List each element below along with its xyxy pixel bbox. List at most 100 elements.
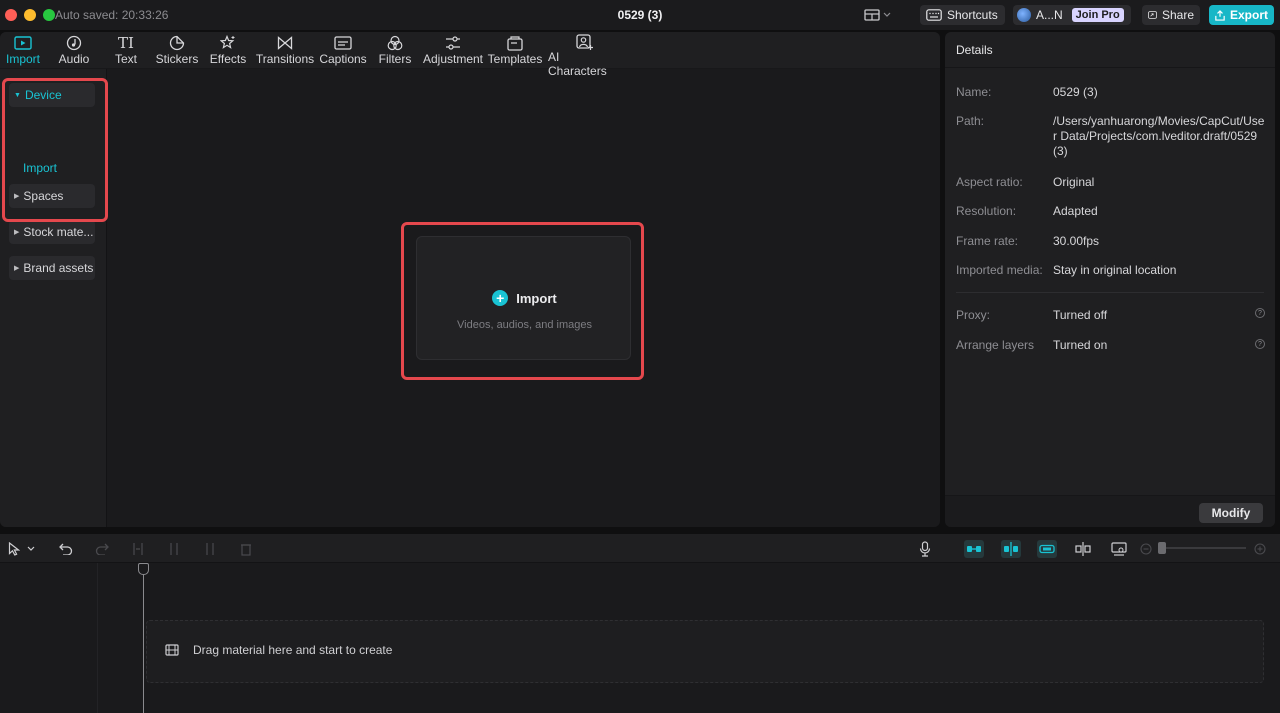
import-card-title: Import (516, 290, 557, 306)
detail-name-value: 0529 (3) (1053, 85, 1098, 99)
track-header-column (0, 563, 98, 713)
zoom-in-icon (1254, 543, 1266, 555)
layout-icon (864, 9, 880, 21)
tab-transitions-label: Transitions (255, 52, 315, 66)
chevron-down-icon (27, 546, 35, 551)
preview-axis-button[interactable] (1074, 540, 1092, 558)
playhead-handle[interactable] (138, 563, 149, 575)
tab-ai-characters-label: AI Characters (548, 50, 607, 78)
asset-toolbar: Import Audio TI Text Stickers Effects Tr… (0, 32, 940, 78)
zoom-slider-handle[interactable] (1158, 542, 1166, 554)
arrange-help-icon[interactable]: ? (1255, 339, 1265, 349)
transitions-icon (277, 36, 293, 50)
split-button[interactable] (129, 540, 147, 558)
undo-button[interactable] (57, 540, 75, 558)
tab-import[interactable]: Import (5, 34, 41, 68)
select-tool-button[interactable] (5, 540, 23, 558)
modify-button[interactable]: Modify (1199, 503, 1263, 523)
tab-stickers[interactable]: Stickers (155, 34, 199, 68)
delete-button[interactable] (237, 540, 255, 558)
tab-templates-label: Templates (487, 52, 543, 66)
tab-effects-label: Effects (209, 52, 247, 66)
link-icon (1039, 544, 1055, 554)
trim-left-button[interactable] (165, 540, 183, 558)
zoom-slider-track[interactable] (1160, 547, 1246, 549)
account-button[interactable]: A...N Join Pro (1013, 5, 1131, 25)
tab-stickers-label: Stickers (155, 52, 199, 66)
caret-right-icon: ▶ (14, 229, 20, 236)
timeline-drop-zone[interactable]: Drag material here and start to create (146, 620, 1264, 683)
caret-right-icon: ▶ (14, 193, 20, 200)
sidebar-item-spaces-label: Spaces (23, 189, 64, 203)
keyboard-icon (926, 9, 942, 21)
minimize-window-button[interactable] (24, 9, 36, 21)
caret-right-icon: ▶ (14, 265, 20, 272)
close-window-button[interactable] (5, 9, 17, 21)
tab-audio[interactable]: Audio (58, 34, 90, 68)
tab-audio-label: Audio (58, 52, 90, 66)
record-voiceover-button[interactable] (916, 540, 934, 558)
detail-path-label: Path: (956, 114, 985, 128)
account-name: A...N (1036, 8, 1063, 22)
microphone-icon (919, 541, 931, 557)
tab-templates[interactable]: Templates (488, 34, 542, 68)
detail-path-value: /Users/yanhuarong/Movies/CapCut/User Dat… (1053, 114, 1265, 158)
trim-right-button[interactable] (201, 540, 219, 558)
preview-axis-icon (1075, 542, 1091, 556)
shortcuts-button[interactable]: Shortcuts (920, 5, 1005, 25)
chevron-down-icon (883, 12, 891, 17)
zoom-in-button[interactable] (1251, 540, 1269, 558)
detail-framerate-value: 30.00fps (1053, 234, 1100, 248)
thumbnail-button[interactable] (1110, 540, 1128, 558)
main-track-magnet-button[interactable] (964, 540, 984, 558)
timeline-panel: Drag material here and start to create (0, 534, 1280, 713)
import-drop-card[interactable]: + Import Videos, audios, and images (416, 236, 631, 360)
tab-adjustment-label: Adjustment (422, 52, 484, 66)
tab-transitions[interactable]: Transitions (256, 34, 314, 68)
tab-text[interactable]: TI Text (113, 34, 139, 68)
tab-text-label: Text (114, 52, 137, 66)
filters-icon (387, 35, 403, 51)
snap-icon (1004, 542, 1018, 556)
audio-icon (66, 35, 82, 51)
tab-ai-characters[interactable]: AI Characters (548, 34, 620, 78)
tab-captions[interactable]: Captions (319, 34, 367, 68)
tab-import-label: Import (5, 52, 40, 66)
import-sidebar: ▼ Device Import ▶ Spaces ▶ Stock mate...… (0, 69, 107, 527)
detail-imported-value: Stay in original location (1053, 263, 1177, 277)
sidebar-item-import[interactable]: Import (23, 161, 57, 175)
zoom-window-button[interactable] (43, 9, 55, 21)
linkage-button[interactable] (1037, 540, 1057, 558)
trim-left-icon (170, 543, 178, 555)
sidebar-item-spaces[interactable]: ▶ Spaces (9, 184, 95, 208)
effects-icon (220, 35, 235, 49)
detail-resolution-label: Resolution: (956, 204, 1017, 218)
export-icon (1215, 9, 1225, 21)
sidebar-item-brand-assets[interactable]: ▶ Brand assets (9, 256, 95, 280)
sidebar-item-stock-material[interactable]: ▶ Stock mate... (9, 220, 95, 244)
layout-menu-button[interactable] (864, 6, 898, 24)
detail-arrange-value: Turned on (1053, 338, 1108, 352)
select-tool-dropdown[interactable] (24, 540, 38, 558)
sidebar-item-brand-label: Brand assets (23, 261, 94, 275)
join-pro-badge[interactable]: Join Pro (1071, 8, 1124, 22)
playhead-line[interactable] (143, 563, 144, 713)
detail-name-label: Name: (956, 85, 992, 99)
sidebar-item-device[interactable]: ▼ Device (9, 83, 95, 107)
tab-effects[interactable]: Effects (208, 34, 248, 68)
thumbnail-icon (1111, 542, 1127, 556)
proxy-help-icon[interactable]: ? (1255, 308, 1265, 318)
adjustment-icon (446, 36, 460, 50)
share-button[interactable]: Share (1142, 5, 1200, 25)
export-button[interactable]: Export (1209, 5, 1274, 25)
detail-proxy-value: Turned off (1053, 308, 1108, 322)
templates-icon (507, 35, 523, 51)
detail-resolution-value: Adapted (1053, 204, 1098, 218)
detail-imported-label: Imported media: (956, 263, 1043, 277)
redo-button[interactable] (93, 540, 111, 558)
tab-adjustment[interactable]: Adjustment (423, 34, 483, 68)
tab-filters[interactable]: Filters (378, 34, 412, 68)
stickers-icon (169, 35, 185, 51)
auto-snap-button[interactable] (1001, 540, 1021, 558)
zoom-out-button[interactable] (1137, 540, 1155, 558)
